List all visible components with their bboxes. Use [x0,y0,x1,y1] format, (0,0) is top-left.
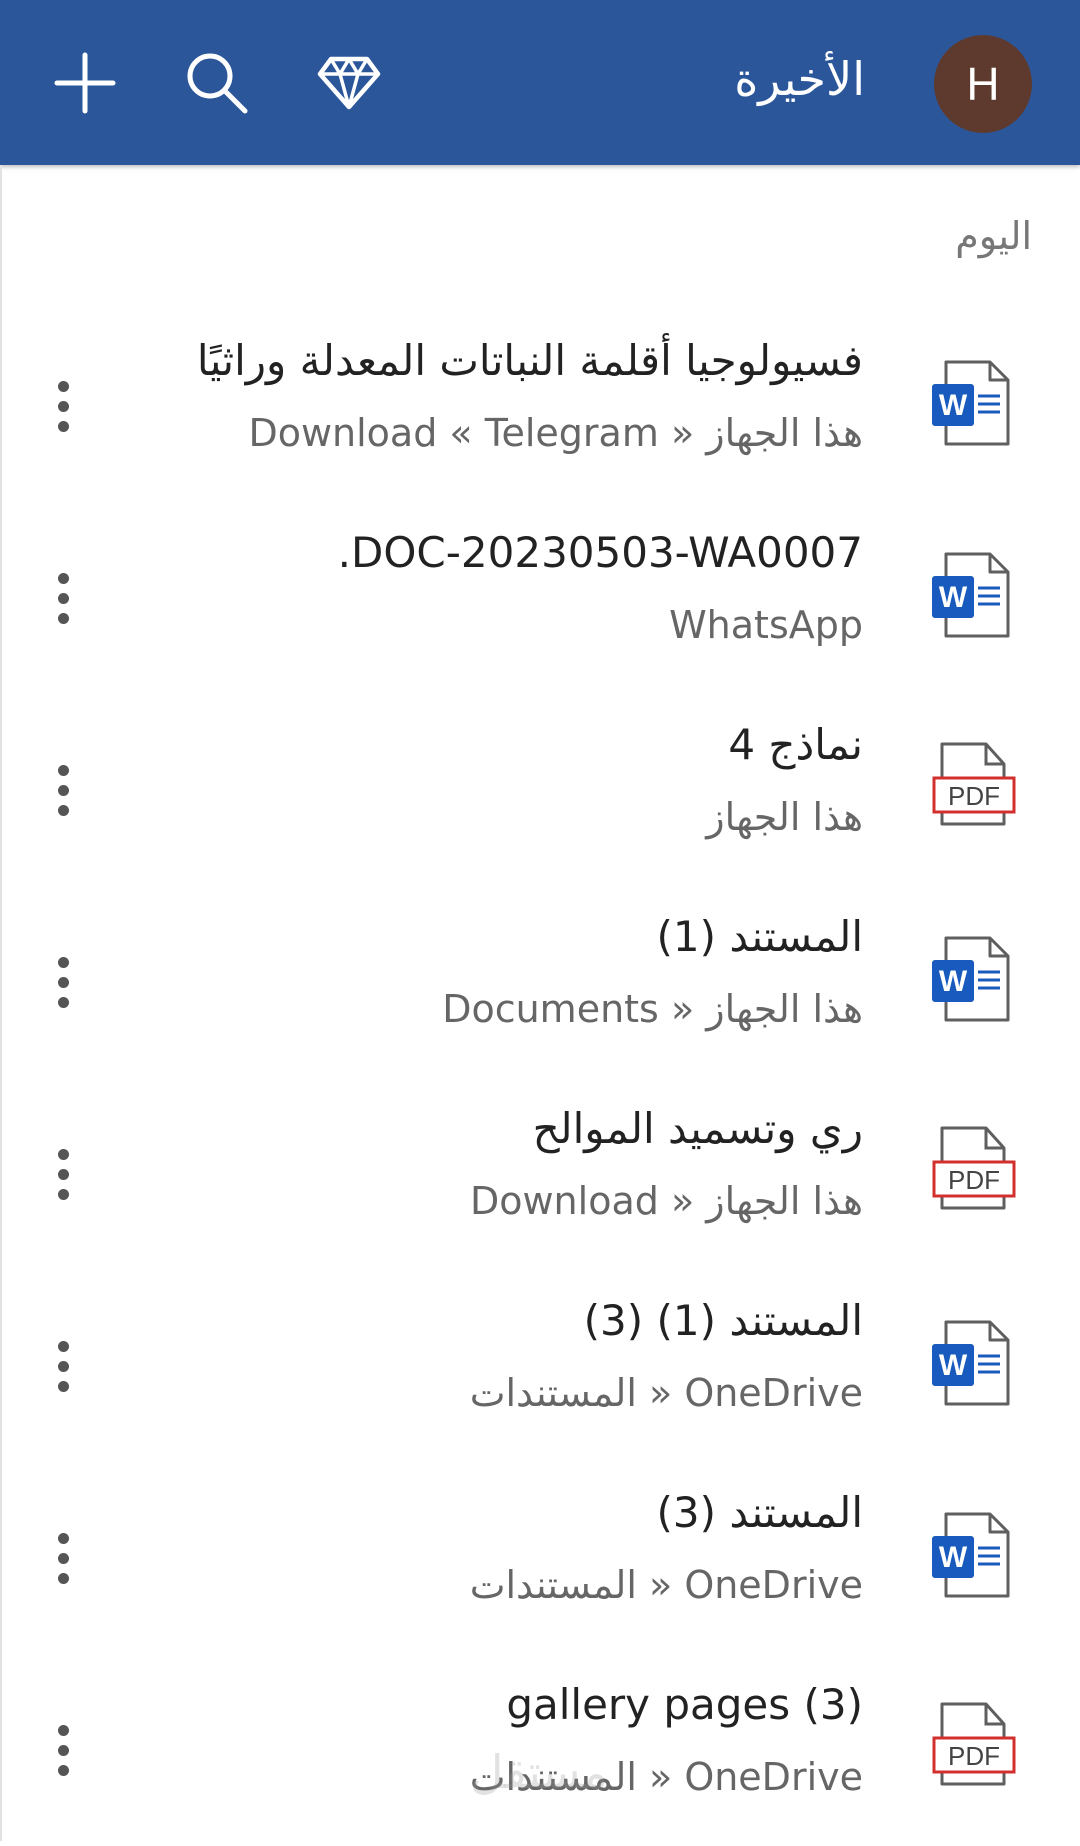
file-type-label: PDF [948,1165,1000,1195]
pdf-file-icon: PDF [928,736,1018,836]
add-icon [54,52,116,114]
file-location: OneDrive « المستندات [469,1371,863,1415]
file-list-item[interactable]: W المستند (3) OneDrive « المستندات [0,1462,1080,1654]
word-document-icon: W [932,1512,1010,1598]
more-vertical-icon [57,380,69,432]
file-location: WhatsApp [669,603,863,647]
file-list-item[interactable]: PDF نماذج 4 هذا الجهاز [0,694,1080,886]
word-document-icon: W [932,360,1010,446]
file-type-label: W [939,1349,968,1382]
file-title: ري وتسميد الموالح [532,1104,863,1153]
file-title: DOC-20230503-WA0007. [337,528,863,577]
pdf-file-icon: PDF [928,1120,1018,1220]
word-file-icon: W [928,928,1018,1028]
file-type-label: W [939,389,968,422]
more-vertical-icon [57,1532,69,1584]
file-title: gallery pages (3) [506,1680,863,1729]
word-document-icon: W [932,1320,1010,1406]
file-location: OneDrive « المستندات [469,1563,863,1607]
word-file-icon: W [928,1504,1018,1604]
more-vertical-icon [57,1724,69,1776]
premium-diamond-icon [317,56,381,110]
section-header-today: اليوم [955,214,1032,258]
file-title: نماذج 4 [728,720,863,769]
file-location: هذا الجهاز « Documents [442,987,863,1031]
file-type-label: W [939,581,968,614]
word-document-icon: W [932,552,1010,638]
file-list-item[interactable]: PDF ري وتسميد الموالح هذا الجهاز « Downlo… [0,1078,1080,1270]
avatar[interactable]: H [934,35,1032,133]
file-location: هذا الجهاز [706,795,863,839]
more-vertical-icon [57,572,69,624]
file-type-label: PDF [948,781,1000,811]
page-title: الأخيرة [734,52,865,106]
file-type-label: PDF [948,1741,1000,1771]
search-icon [187,53,248,114]
more-options-button[interactable] [38,370,88,442]
more-vertical-icon [57,764,69,816]
file-type-label: W [939,965,968,998]
pdf-document-icon: PDF [932,742,1016,826]
file-list-item[interactable]: W DOC-20230503-WA0007. WhatsApp [0,502,1080,694]
more-options-button[interactable] [38,562,88,634]
word-file-icon: W [928,352,1018,452]
premium-button[interactable] [304,38,394,128]
file-title: فسيولوجيا أقلمة النباتات المعدلة وراثيًا [196,336,863,385]
file-list-item[interactable]: W المستند (1) (3) OneDrive « المستندات [0,1270,1080,1462]
more-options-button[interactable] [38,754,88,826]
word-file-icon: W [928,1312,1018,1412]
file-location: هذا الجهاز « Download [469,1179,863,1223]
recent-files-list: W فسيولوجيا أقلمة النباتات المعدلة وراثي… [0,310,1080,1846]
more-options-button[interactable] [38,1330,88,1402]
file-location: هذا الجهاز « Download « Telegram [248,411,863,455]
more-options-button[interactable] [38,1522,88,1594]
file-title: المستند (1) (3) [583,1296,863,1345]
more-vertical-icon [57,1148,69,1200]
file-list-item[interactable]: PDF gallery pages (3) OneDrive « المستندا… [0,1654,1080,1846]
more-options-button[interactable] [38,1714,88,1786]
search-button[interactable] [172,38,262,128]
word-document-icon: W [932,936,1010,1022]
word-file-icon: W [928,544,1018,644]
file-list-item[interactable]: W فسيولوجيا أقلمة النباتات المعدلة وراثي… [0,310,1080,502]
pdf-file-icon: PDF [928,1696,1018,1796]
file-title: المستند (3) [656,1488,863,1537]
file-location: OneDrive « المستندات [469,1755,863,1799]
pdf-document-icon: PDF [932,1702,1016,1786]
pdf-document-icon: PDF [932,1126,1016,1210]
more-vertical-icon [57,1340,69,1392]
more-vertical-icon [57,956,69,1008]
more-options-button[interactable] [38,1138,88,1210]
file-type-label: W [939,1541,968,1574]
file-title: المستند (1) [656,912,863,961]
more-options-button[interactable] [38,946,88,1018]
file-list-item[interactable]: W المستند (1) هذا الجهاز « Documents [0,886,1080,1078]
add-button[interactable] [40,38,130,128]
app-bar: الأخيرة H [0,0,1080,165]
